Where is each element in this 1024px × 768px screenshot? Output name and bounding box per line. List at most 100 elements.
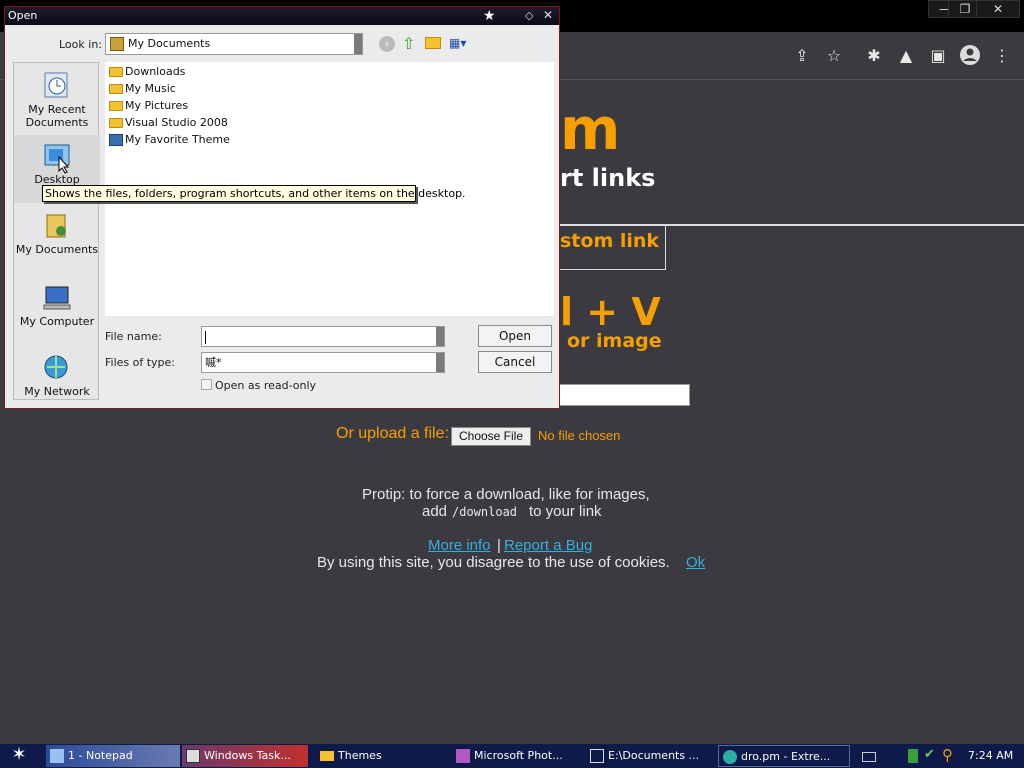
up-folder-icon[interactable]: ⇧ <box>402 34 415 53</box>
place-label-recent-1: My Recent <box>28 103 86 116</box>
choose-file-button[interactable]: Choose File <box>451 427 531 446</box>
paste-hint: l + V <box>560 290 661 334</box>
places-bar: My Recent Documents Desktop My Documents… <box>13 62 100 400</box>
files-of-type-scroll[interactable] <box>436 353 444 372</box>
taskbar-clock: 7:24 AM <box>968 749 1014 762</box>
taskbar-item-themes[interactable]: Themes <box>316 745 444 767</box>
dialog-title: Open <box>8 9 38 22</box>
help-icon[interactable]: ◇ <box>525 9 533 22</box>
new-folder-icon[interactable] <box>425 37 441 49</box>
list-item[interactable]: Downloads <box>107 64 185 80</box>
file-name-dropdown[interactable] <box>436 327 444 346</box>
folder-icon <box>109 67 123 77</box>
music-folder-icon <box>109 84 123 94</box>
my-computer-icon <box>43 286 71 310</box>
taskbar-item-label: Themes <box>338 749 382 762</box>
desktop-tooltip: Shows the files, folders, program shortc… <box>42 185 466 202</box>
file-name-field[interactable] <box>201 326 445 347</box>
no-file-label: No file chosen <box>538 428 621 443</box>
taskbar-item-label: dro.pm - Extre... <box>741 750 831 763</box>
read-only-label: Open as read-only <box>215 379 317 392</box>
open-file-dialog: Open ★ ◇ ✕ Look in: My Documents ‹ ⇧ ▦▾ … <box>4 6 560 409</box>
taskbar-item-photo[interactable]: Microsoft Phot... <box>452 745 578 767</box>
menu-icon[interactable]: ⋮ <box>990 44 1014 68</box>
share-icon[interactable]: ⇪ <box>790 44 814 68</box>
link-separator: | <box>497 537 501 554</box>
dialog-close-icon[interactable]: ✕ <box>543 8 553 22</box>
list-item[interactable]: My Music <box>107 81 176 97</box>
taskbar-item-label: Microsoft Phot... <box>474 749 563 762</box>
protip-line1: Protip: to force a download, like for im… <box>362 486 650 503</box>
url-input[interactable] <box>540 384 690 406</box>
taskbar-item-documents[interactable]: E:\Documents ... <box>586 745 710 767</box>
cancel-button[interactable]: Cancel <box>478 351 552 373</box>
place-recent-documents[interactable]: My Recent Documents <box>14 65 100 133</box>
cookie-ok-link[interactable]: Ok <box>686 554 705 571</box>
place-my-documents[interactable]: My Documents <box>14 205 100 273</box>
browser-icon <box>723 750 737 764</box>
files-of-type-dropdown[interactable]: 嘁* <box>201 352 445 373</box>
file-name: My Pictures <box>125 99 189 112</box>
place-my-computer[interactable]: My Computer <box>14 277 100 345</box>
my-network-icon <box>44 355 68 379</box>
editor-icon <box>590 749 604 763</box>
list-item[interactable]: Visual Studio 2008 <box>107 115 228 131</box>
taskbar-item-browser[interactable]: dro.pm - Extre... <box>718 745 850 767</box>
taskbar-item-notepad[interactable]: 1 - Notepad <box>46 745 180 767</box>
task-manager-icon <box>186 749 200 763</box>
protip-add: add <box>422 503 448 520</box>
look-in-dropdown[interactable]: My Documents <box>105 33 363 55</box>
folder-icon <box>109 118 123 128</box>
search-tray-icon[interactable]: ⚲ <box>942 746 953 764</box>
list-item[interactable]: My Favorite Theme <box>107 132 230 148</box>
file-name-label: File name: <box>105 330 162 343</box>
files-of-type-label: Files of type: <box>105 356 176 369</box>
pin-icon[interactable]: ★ <box>483 8 496 24</box>
place-label-my-documents: My Documents <box>15 243 99 256</box>
keyboard-icon[interactable] <box>862 752 876 762</box>
view-menu-icon[interactable]: ▦▾ <box>449 36 471 50</box>
place-my-network[interactable]: My Network <box>14 347 100 415</box>
extensions-icon[interactable]: ✱ <box>862 44 886 68</box>
notepad-icon <box>50 749 64 763</box>
network-tray-icon[interactable]: ✔ <box>924 747 935 762</box>
upload-label: Or upload a file: <box>336 425 449 442</box>
place-label-my-computer: My Computer <box>19 315 95 328</box>
dropdown-scroll[interactable] <box>354 34 362 54</box>
taskbar-item-label: E:\Documents ... <box>608 749 700 762</box>
file-name: My Favorite Theme <box>125 133 230 146</box>
look-in-label: Look in: <box>59 38 102 51</box>
tray-app-icon[interactable] <box>908 749 918 763</box>
mouse-cursor-icon <box>58 156 70 174</box>
start-button[interactable]: ✶ <box>4 744 34 768</box>
flask-icon[interactable]: ▲ <box>894 44 918 68</box>
read-only-checkbox[interactable] <box>201 379 212 390</box>
star-icon[interactable]: ☆ <box>822 44 846 68</box>
custom-link-label[interactable]: stom link <box>560 230 659 252</box>
protip-rest: to your link <box>529 503 602 520</box>
place-label-my-network: My Network <box>24 385 90 398</box>
taskbar-item-label: Windows Task... <box>204 749 291 762</box>
site-logo: m <box>560 95 621 163</box>
sidebar-icon[interactable]: ▣ <box>926 44 950 68</box>
file-name: Visual Studio 2008 <box>125 116 228 129</box>
report-bug-link[interactable]: Report a Bug <box>504 537 592 554</box>
profile-icon[interactable] <box>958 44 982 68</box>
open-button[interactable]: Open <box>478 325 552 347</box>
place-label-recent-2: Documents <box>25 116 89 129</box>
my-documents-icon <box>110 37 124 51</box>
files-of-type-value: 嘁* <box>205 356 222 369</box>
pictures-folder-icon <box>109 101 123 111</box>
list-item[interactable]: My Pictures <box>107 98 188 114</box>
taskbar-item-label: 1 - Notepad <box>68 749 133 762</box>
folder-icon <box>320 751 334 761</box>
file-name: My Music <box>125 82 176 95</box>
back-icon[interactable]: ‹ <box>379 36 395 52</box>
close-button[interactable]: ✕ <box>976 0 1020 18</box>
cookie-text: By using this site, you disagree to the … <box>317 554 670 571</box>
more-info-link[interactable]: More info <box>428 537 491 554</box>
taskbar-item-task-manager[interactable]: Windows Task... <box>182 745 308 767</box>
recent-documents-icon <box>44 72 68 98</box>
dialog-titlebar: Open <box>5 7 559 25</box>
protip-code: /download <box>452 505 518 519</box>
